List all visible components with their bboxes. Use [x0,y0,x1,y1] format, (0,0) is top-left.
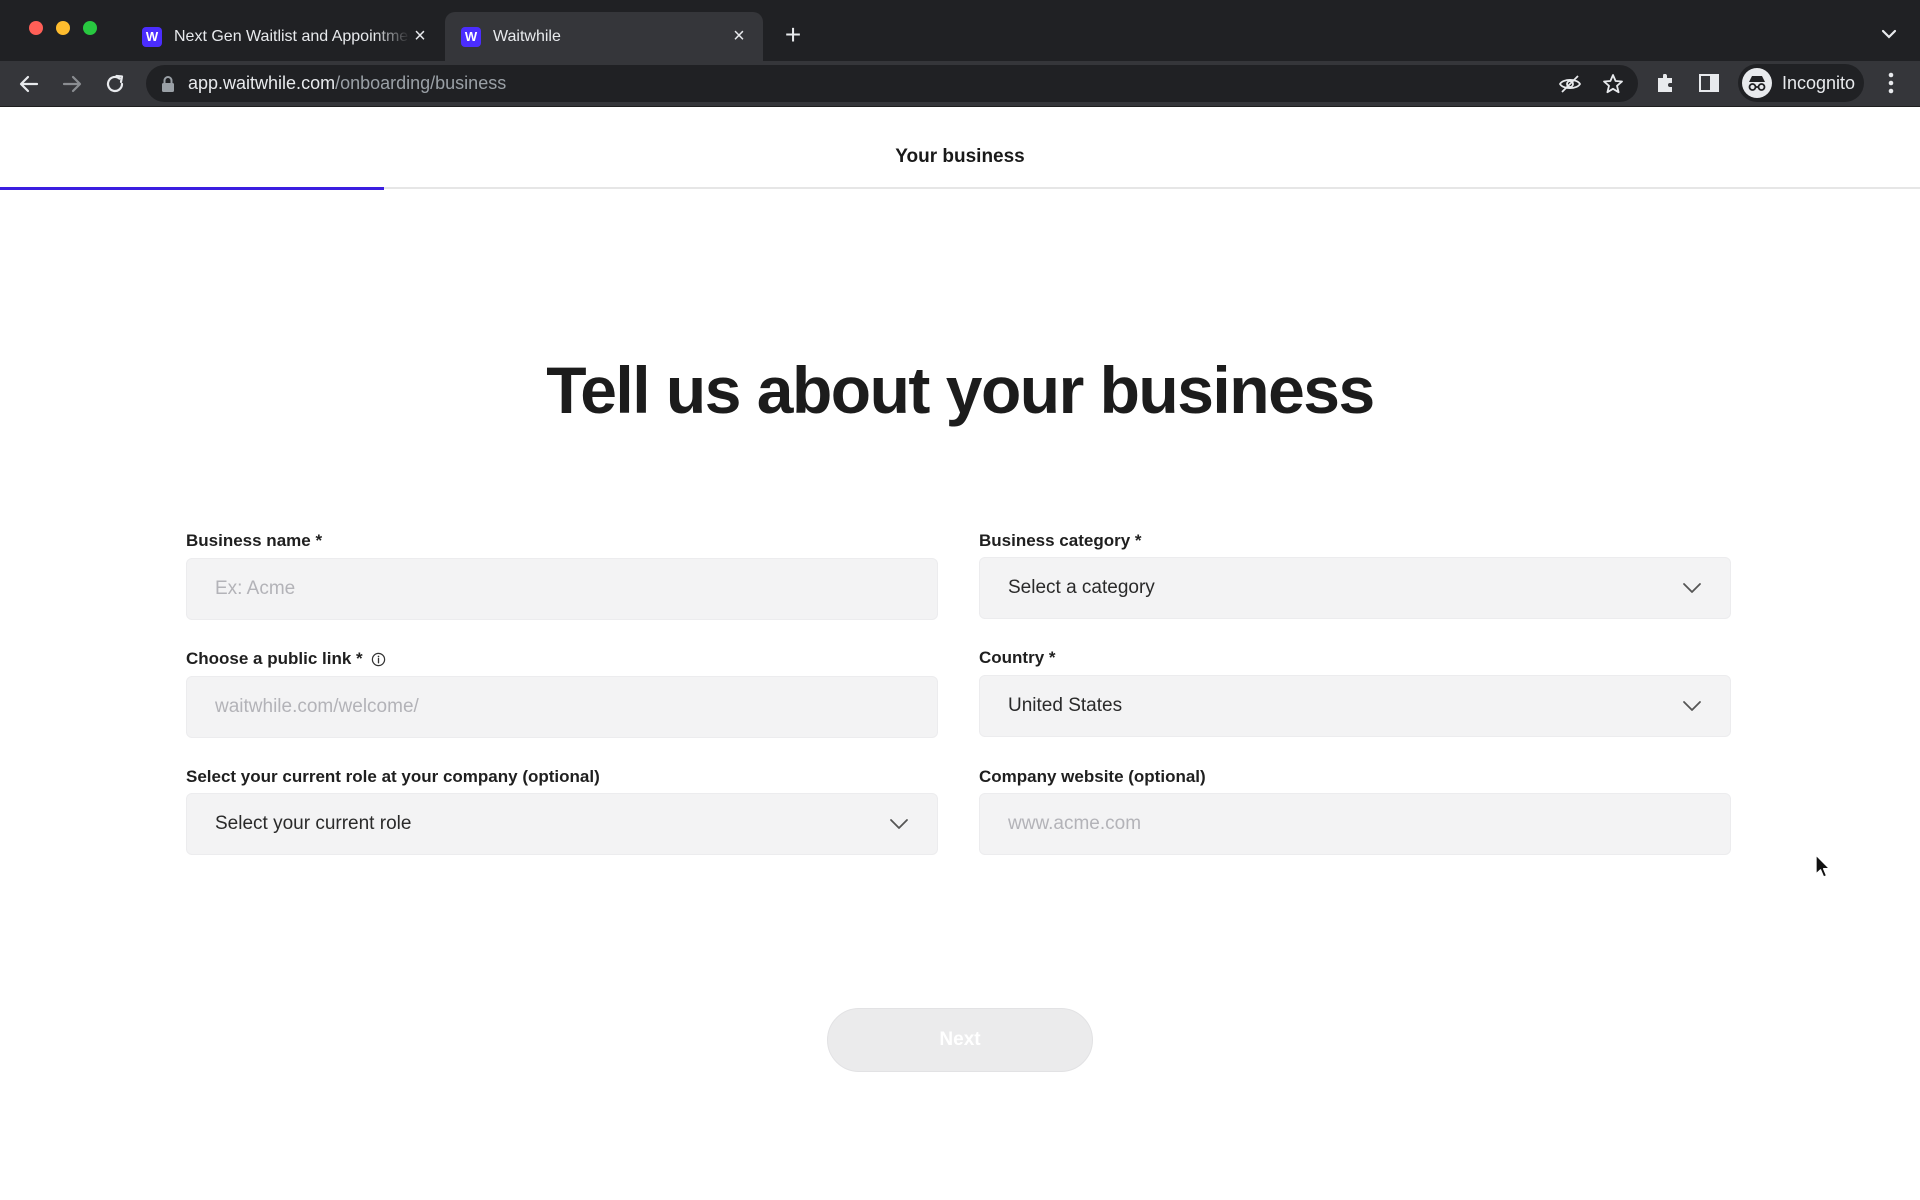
tab-search-chevron-icon[interactable] [1876,22,1902,46]
incognito-label: Incognito [1782,72,1856,93]
country-select[interactable]: United States [979,675,1731,737]
browser-titlebar: W Next Gen Waitlist and Appointment × W … [0,0,1920,61]
url-path: /onboarding/business [335,73,507,93]
business-name-input[interactable] [186,558,938,620]
window-close-button[interactable] [29,21,43,35]
public-link-input[interactable] [186,676,938,738]
browser-toolbar: app.waitwhile.com/onboarding/business In… [0,61,1920,107]
extensions-puzzle-icon[interactable] [1654,71,1678,95]
tab-waitwhile[interactable]: W Waitwhile × [445,12,763,61]
side-panel-icon[interactable] [1697,71,1721,95]
next-button[interactable]: Next [827,1008,1093,1072]
country-label: Country * [979,648,1056,667]
public-link-label-text: Choose a public link * [186,649,363,668]
progress-bar-fill [0,187,384,190]
lock-icon[interactable] [160,75,176,93]
chevron-down-icon [890,819,908,829]
eye-off-icon[interactable] [1558,72,1582,96]
info-icon[interactable] [371,652,386,667]
window-zoom-button[interactable] [83,21,97,35]
tab-next-gen-waitlist[interactable]: W Next Gen Waitlist and Appointment × [126,12,444,61]
arrow-right-icon [62,75,82,93]
business-category-select[interactable]: Select a category [979,557,1731,619]
chevron-down-icon [1683,701,1701,711]
reload-button[interactable] [100,69,130,99]
mouse-cursor-icon [1815,854,1831,878]
bookmark-star-icon[interactable] [1601,72,1625,96]
business-category-label: Business category * [979,531,1142,550]
step-title: Your business [895,146,1025,167]
business-category-value: Select a category [1008,577,1155,598]
forward-button[interactable] [57,69,87,99]
tab-title: Next Gen Waitlist and Appointment [174,27,410,45]
waitwhile-favicon-icon: W [461,26,481,47]
incognito-profile-button[interactable]: Incognito [1738,64,1864,102]
back-button[interactable] [14,69,44,99]
chevron-down-icon [1683,583,1701,593]
url-text[interactable]: app.waitwhile.com/onboarding/business [188,73,506,94]
arrow-left-icon [19,75,39,93]
incognito-icon [1742,68,1772,98]
window-minimize-button[interactable] [56,21,70,35]
role-label: Select your current role at your company… [186,767,600,786]
tab-close-icon[interactable]: × [410,25,430,47]
page-heading: Tell us about your business [546,353,1375,427]
business-name-label: Business name * [186,531,323,550]
public-link-label: Choose a public link * [186,649,386,669]
waitwhile-favicon-icon: W [142,26,162,47]
reload-icon [106,74,124,93]
url-host: app.waitwhile.com [188,73,336,93]
website-label: Company website (optional) [979,767,1206,786]
tab-title: Waitwhile [493,27,561,45]
country-value: United States [1008,695,1123,716]
browser-menu-icon[interactable] [1882,70,1900,96]
tab-close-icon[interactable]: × [729,25,749,47]
address-bar[interactable]: app.waitwhile.com/onboarding/business [146,65,1638,102]
new-tab-button[interactable]: + [778,20,808,50]
role-value: Select your current role [215,813,412,834]
role-select[interactable]: Select your current role [186,793,938,855]
website-input[interactable] [979,793,1731,855]
